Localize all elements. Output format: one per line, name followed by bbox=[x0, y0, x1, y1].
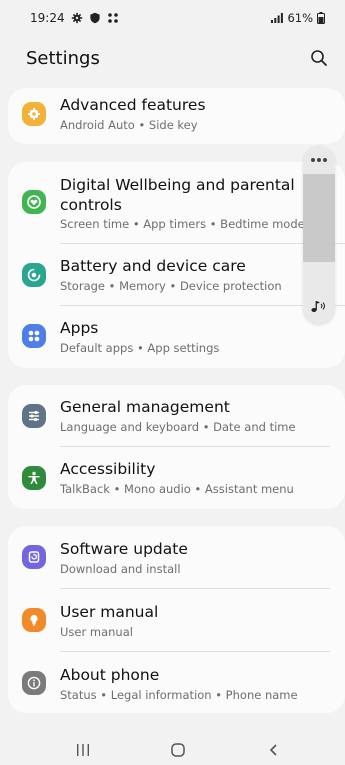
more-options-icon[interactable] bbox=[311, 158, 327, 164]
setting-title: User manual bbox=[60, 603, 159, 621]
setting-title: General management bbox=[60, 398, 230, 416]
volume-slider[interactable] bbox=[303, 174, 335, 262]
navigation-bar bbox=[0, 730, 345, 765]
setting-title: Accessibility bbox=[60, 460, 156, 478]
setting-subtitle: Status • Legal information • Phone name bbox=[60, 688, 298, 702]
status-right: 61% bbox=[271, 11, 325, 25]
device-care-icon bbox=[22, 263, 46, 287]
music-note-icon bbox=[311, 301, 325, 312]
status-left: 19:24 bbox=[30, 11, 119, 25]
battery-percent: 61% bbox=[287, 11, 313, 25]
setting-subtitle: Language and keyboard • Date and time bbox=[60, 420, 296, 434]
setting-advanced-features[interactable]: Advanced features Android Auto • Side ke… bbox=[8, 88, 345, 144]
setting-title: Software update bbox=[60, 540, 188, 558]
puzzle-gear-icon bbox=[22, 102, 46, 126]
page-title: Settings bbox=[26, 48, 100, 69]
chevron-left-icon bbox=[269, 744, 277, 756]
status-bar: 19:24 61% bbox=[0, 0, 345, 34]
header: Settings bbox=[0, 34, 345, 86]
setting-subtitle: User manual bbox=[60, 625, 133, 639]
lightbulb-icon bbox=[22, 608, 46, 632]
setting-digital-wellbeing[interactable]: Digital Wellbeing and parental controls … bbox=[8, 162, 345, 244]
back-button[interactable] bbox=[262, 738, 286, 762]
setting-subtitle: TalkBack • Mono audio • Assistant menu bbox=[60, 482, 294, 496]
setting-apps[interactable]: Apps Default apps • App settings bbox=[8, 306, 345, 368]
accessibility-person-icon bbox=[22, 466, 46, 490]
setting-about-phone[interactable]: About phone Status • Legal information •… bbox=[8, 652, 345, 713]
card-device: Digital Wellbeing and parental controls … bbox=[8, 162, 345, 368]
sound-mode-button[interactable] bbox=[309, 296, 329, 316]
info-icon bbox=[22, 671, 46, 695]
status-time: 19:24 bbox=[30, 11, 65, 25]
home-icon bbox=[171, 743, 185, 757]
setting-title: Advanced features bbox=[60, 96, 206, 114]
setting-title: Apps bbox=[60, 319, 99, 337]
shield-icon bbox=[89, 12, 100, 24]
battery-icon bbox=[317, 12, 325, 24]
setting-subtitle: Android Auto • Side key bbox=[60, 118, 198, 132]
setting-title: Battery and device care bbox=[60, 257, 246, 275]
card-about: Software update Download and install Use… bbox=[8, 526, 345, 713]
setting-subtitle: Screen time • App timers • Bedtime mode bbox=[60, 217, 305, 231]
search-icon bbox=[311, 50, 327, 66]
search-button[interactable] bbox=[307, 46, 331, 70]
setting-subtitle: Default apps • App settings bbox=[60, 341, 220, 355]
setting-general-management[interactable]: General management Language and keyboard… bbox=[8, 385, 345, 447]
more-notifications-icon bbox=[107, 13, 118, 23]
recents-button[interactable] bbox=[71, 738, 95, 762]
setting-software-update[interactable]: Software update Download and install bbox=[8, 526, 345, 588]
home-button[interactable] bbox=[166, 738, 190, 762]
apps-grid-icon bbox=[22, 324, 46, 348]
update-icon bbox=[22, 545, 46, 569]
recents-icon bbox=[77, 744, 89, 756]
gear-icon bbox=[71, 12, 82, 24]
setting-accessibility[interactable]: Accessibility TalkBack • Mono audio • As… bbox=[8, 447, 345, 509]
setting-title-line1: Digital Wellbeing and parental bbox=[60, 176, 295, 194]
setting-subtitle: Download and install bbox=[60, 562, 181, 576]
setting-user-manual[interactable]: User manual User manual bbox=[8, 589, 345, 651]
card-advanced: Advanced features Android Auto • Side ke… bbox=[8, 88, 345, 144]
card-general: General management Language and keyboard… bbox=[8, 385, 345, 509]
heart-ring-icon bbox=[22, 190, 46, 214]
setting-battery-device-care[interactable]: Battery and device care Storage • Memory… bbox=[8, 244, 345, 306]
sliders-icon bbox=[22, 404, 46, 428]
setting-subtitle: Storage • Memory • Device protection bbox=[60, 279, 282, 293]
volume-panel[interactable] bbox=[303, 146, 335, 324]
setting-title: About phone bbox=[60, 666, 160, 684]
setting-title-line2: controls bbox=[60, 196, 122, 214]
signal-icon bbox=[271, 13, 284, 23]
